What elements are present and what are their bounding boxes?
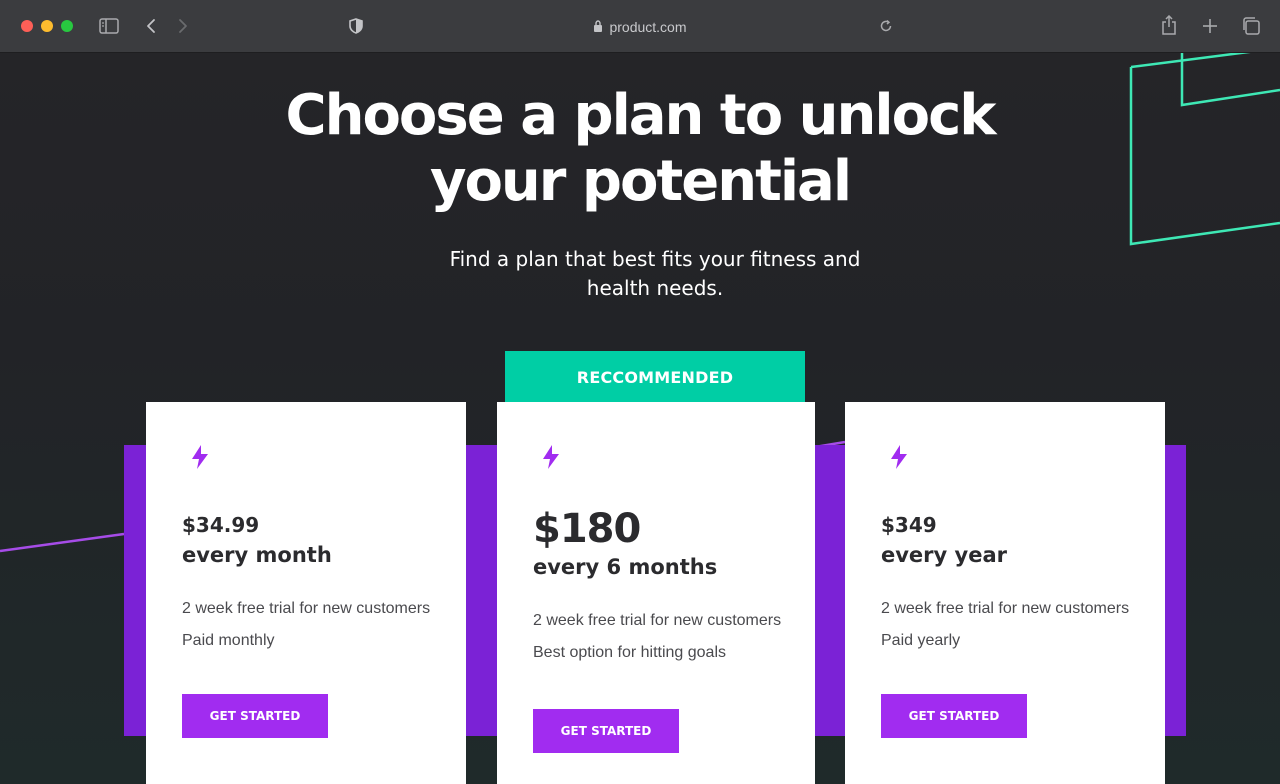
plan-feature: Paid monthly — [182, 632, 275, 649]
share-icon[interactable] — [1159, 14, 1179, 36]
plan-feature: 2 week free trial for new customers — [182, 600, 431, 617]
lightning-bolt-icon — [190, 444, 210, 475]
lock-icon — [593, 19, 603, 35]
plan-feature: 2 week free trial for new customers — [533, 612, 782, 629]
sidebar-toggle-icon[interactable] — [98, 16, 120, 36]
plan-card-six-months: $180 every 6 months 2 week free trial fo… — [497, 402, 815, 784]
close-window-button[interactable] — [21, 20, 33, 32]
reload-icon[interactable] — [877, 17, 895, 35]
pricing-page: Choose a plan to unlock your potential F… — [0, 53, 1280, 784]
back-arrow-icon[interactable] — [142, 16, 160, 36]
address-bar[interactable]: product.com — [560, 17, 720, 37]
privacy-shield-icon[interactable] — [347, 16, 365, 36]
plan-feature: 2 week free trial for new customers — [881, 600, 1130, 617]
page-title: Choose a plan to unlock your potential — [0, 83, 1280, 215]
lightning-bolt-icon — [889, 444, 909, 475]
plan-period: every 6 months — [533, 555, 718, 579]
plan-feature: Best option for hitting goals — [533, 644, 727, 661]
plan-price: $34.99 — [182, 513, 260, 537]
page-title-line-2: your potential — [429, 149, 852, 214]
get-started-button[interactable]: GET STARTED — [533, 709, 679, 753]
new-tab-icon[interactable] — [1200, 16, 1220, 36]
plan-price: $180 — [533, 506, 641, 552]
recommended-badge: RECCOMMENDED — [505, 351, 805, 403]
page-title-line-1: Choose a plan to unlock — [285, 83, 996, 148]
plan-card-yearly: $349 every year 2 week free trial for ne… — [845, 402, 1165, 784]
plan-period: every month — [182, 543, 332, 567]
lightning-bolt-icon — [541, 444, 561, 475]
forward-arrow-icon[interactable] — [174, 16, 192, 36]
plan-feature: Paid yearly — [881, 632, 961, 649]
plan-period: every year — [881, 543, 1007, 567]
tab-overview-icon[interactable] — [1240, 15, 1262, 37]
plan-card-monthly: $34.99 every month 2 week free trial for… — [146, 402, 466, 784]
page-subtitle: Find a plan that best fits your fitness … — [449, 247, 861, 300]
get-started-button[interactable]: GET STARTED — [182, 694, 328, 738]
maximize-window-button[interactable] — [61, 20, 73, 32]
url-text: product.com — [609, 19, 687, 35]
get-started-button[interactable]: GET STARTED — [881, 694, 1027, 738]
browser-toolbar: product.com — [0, 0, 1280, 53]
minimize-window-button[interactable] — [41, 20, 53, 32]
plan-price: $349 — [881, 513, 937, 537]
